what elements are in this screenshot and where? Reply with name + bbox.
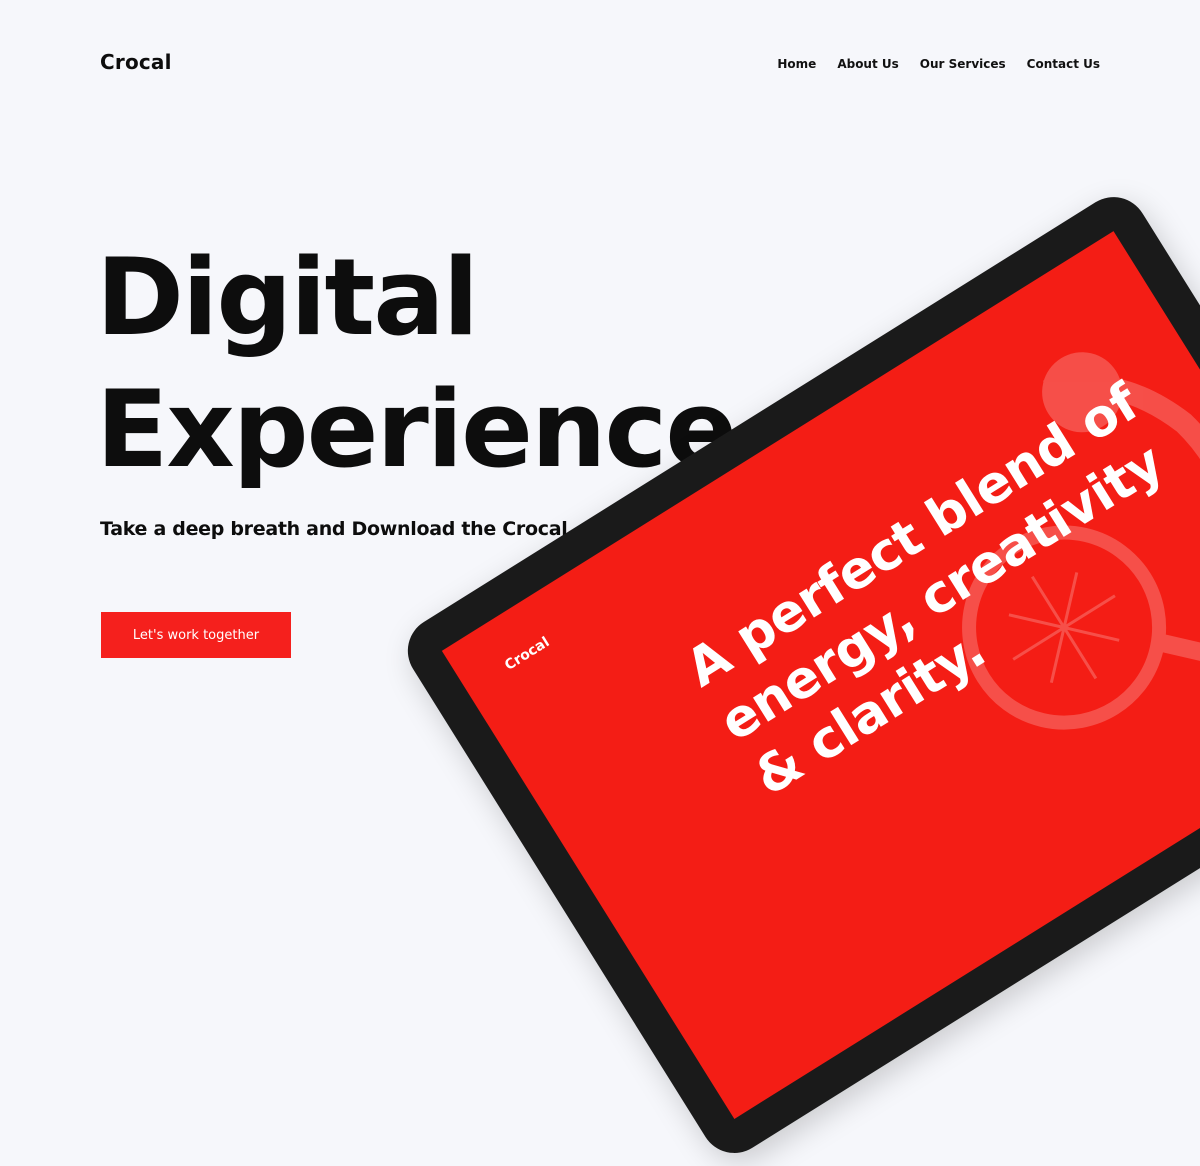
hero-title: Digital Experience. bbox=[96, 232, 776, 496]
nav-item-contact-us[interactable]: Contact Us bbox=[1027, 57, 1100, 71]
nav-item-home[interactable]: Home bbox=[777, 57, 816, 71]
work-together-button[interactable]: Let's work together bbox=[101, 612, 291, 658]
nav-item-our-services[interactable]: Our Services bbox=[920, 57, 1006, 71]
site-logo[interactable]: Crocal bbox=[100, 50, 172, 74]
hero-subtitle: Take a deep breath and Download the Croc… bbox=[100, 518, 575, 540]
screen-logo: Crocal bbox=[502, 634, 553, 674]
nav-item-about-us[interactable]: About Us bbox=[837, 57, 898, 71]
hero-title-line-1: Digital bbox=[96, 236, 479, 359]
main-nav: Home About Us Our Services Contact Us bbox=[777, 57, 1100, 71]
